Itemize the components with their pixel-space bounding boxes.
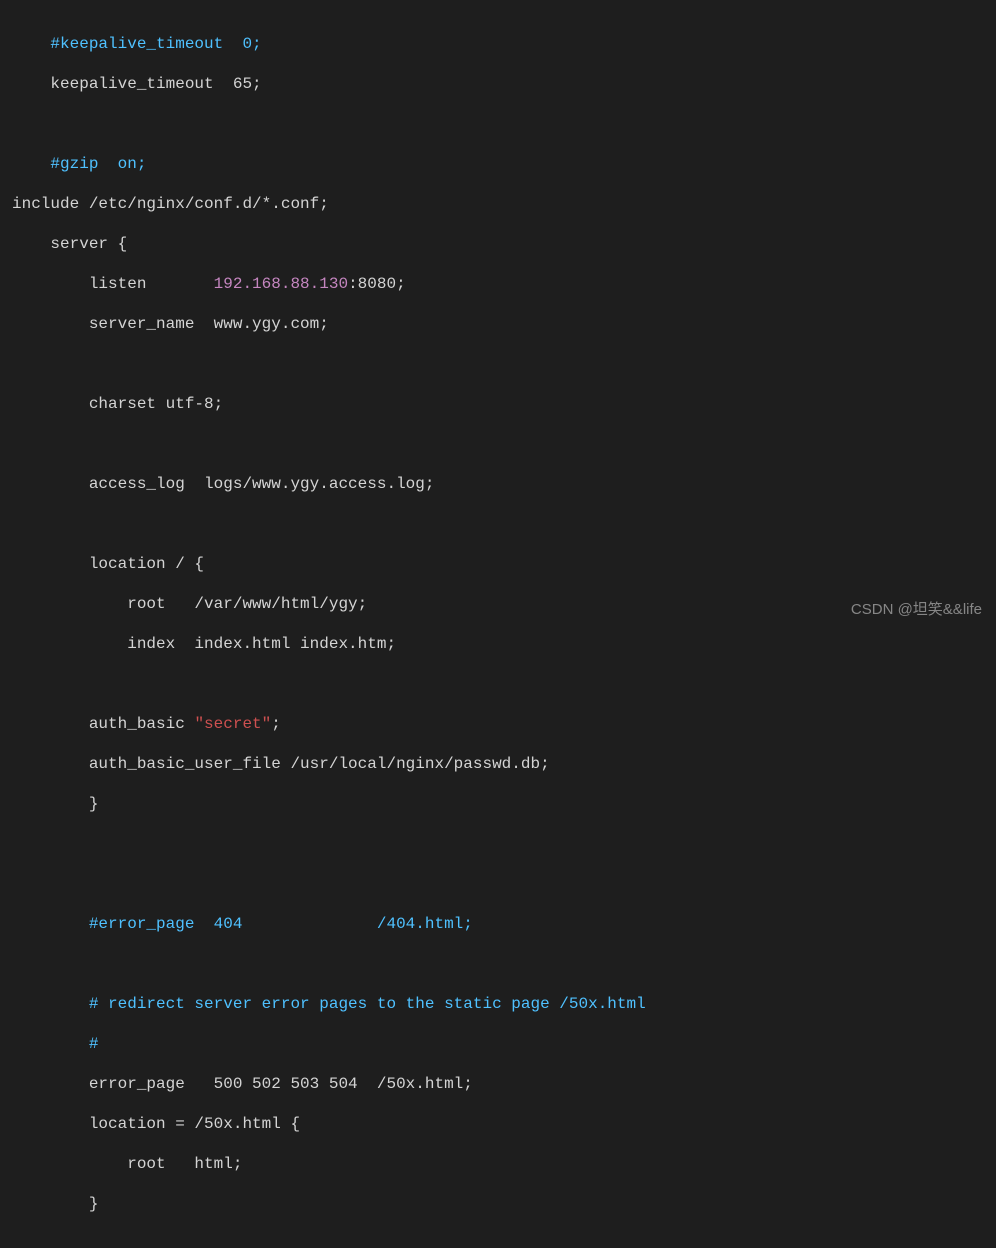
code-text: listen — [12, 275, 214, 293]
code-line: root html; — [12, 1154, 984, 1174]
ip-address: 192.168.88.130 — [214, 275, 348, 293]
code-line: # redirect server error pages to the sta… — [12, 994, 984, 1014]
string-literal: "secret" — [194, 715, 271, 733]
watermark-text: CSDN @坦笑&&life — [851, 601, 982, 620]
code-line: access_log logs/www.ygy.access.log; — [12, 474, 984, 494]
code-line: listen 192.168.88.130:8080; — [12, 274, 984, 294]
code-line — [12, 514, 984, 534]
code-line — [12, 114, 984, 134]
code-line: # — [12, 1034, 984, 1054]
code-line — [12, 834, 984, 854]
code-line: root /var/www/html/ygy; — [12, 594, 984, 614]
code-line: #error_page 404 /404.html; — [12, 914, 984, 934]
code-line: charset utf-8; — [12, 394, 984, 414]
code-line: error_page 500 502 503 504 /50x.html; — [12, 1074, 984, 1094]
code-text: ; — [271, 715, 281, 733]
code-line — [12, 874, 984, 894]
code-line: auth_basic_user_file /usr/local/nginx/pa… — [12, 754, 984, 774]
code-line — [12, 434, 984, 454]
code-line: } — [12, 1194, 984, 1214]
code-line: } — [12, 794, 984, 814]
code-line: location = /50x.html { — [12, 1114, 984, 1134]
code-line: location / { — [12, 554, 984, 574]
code-line: index index.html index.htm; — [12, 634, 984, 654]
code-block: #keepalive_timeout 0; keepalive_timeout … — [0, 0, 996, 1248]
code-line: #gzip on; — [12, 154, 984, 174]
code-line — [12, 954, 984, 974]
code-line: include /etc/nginx/conf.d/*.conf; — [12, 194, 984, 214]
code-line: auth_basic "secret"; — [12, 714, 984, 734]
code-line — [12, 674, 984, 694]
code-text: auth_basic — [12, 715, 194, 733]
code-text: :8080; — [348, 275, 406, 293]
code-line: keepalive_timeout 65; — [12, 74, 984, 94]
code-line: server { — [12, 234, 984, 254]
code-line — [12, 354, 984, 374]
code-line: server_name www.ygy.com; — [12, 314, 984, 334]
code-line: #keepalive_timeout 0; — [12, 34, 984, 54]
